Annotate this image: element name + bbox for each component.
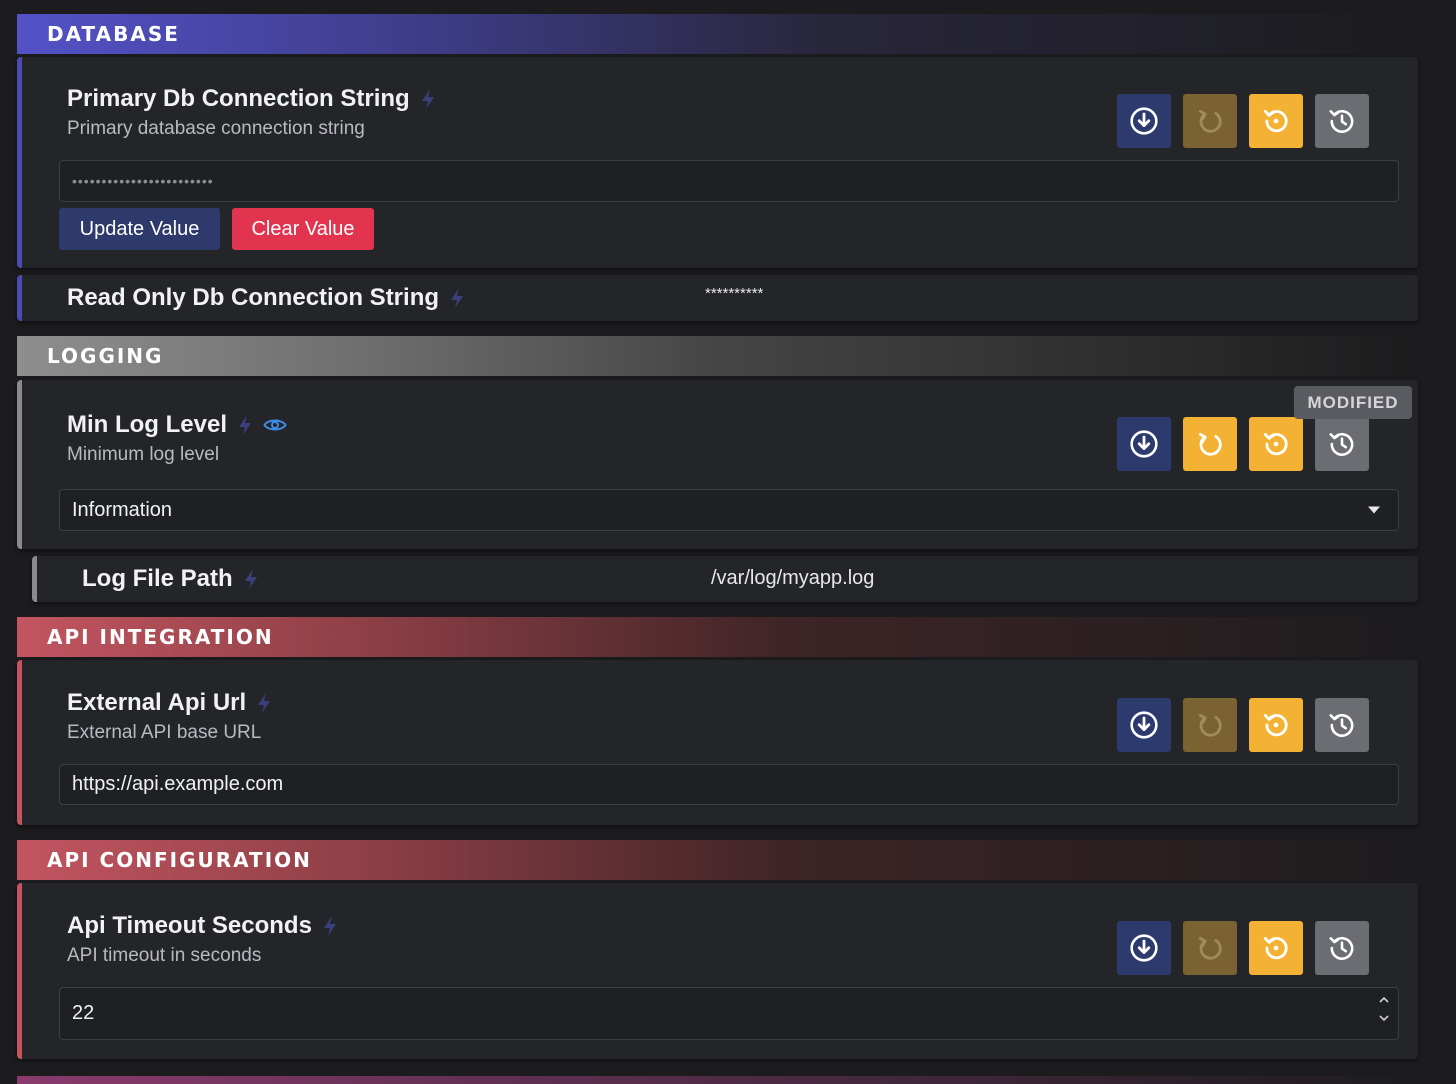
setting-title: Min Log Level bbox=[67, 411, 228, 438]
clear-value-button[interactable]: Clear Value bbox=[232, 208, 374, 250]
section-header-api-configuration: API CONFIGURATION bbox=[17, 840, 1418, 880]
setting-card-external-api-url: External Api Url External API base URL h… bbox=[17, 660, 1418, 825]
download-circle-icon bbox=[1129, 429, 1159, 459]
history-button[interactable] bbox=[1315, 417, 1369, 471]
setting-card-min-log-level: Min Log Level Minimum log level Informat… bbox=[17, 380, 1418, 549]
reset-icon bbox=[1261, 710, 1291, 740]
setting-card-api-timeout: Api Timeout Seconds API timeout in secon… bbox=[17, 883, 1418, 1059]
download-circle-icon bbox=[1129, 710, 1159, 740]
input-value: https://api.example.com bbox=[72, 773, 284, 795]
setting-description: API timeout in seconds bbox=[67, 945, 262, 966]
lightning-bolt-icon bbox=[243, 568, 259, 590]
api-url-input[interactable]: https://api.example.com bbox=[59, 764, 1399, 805]
setting-title-row: Min Log Level bbox=[67, 411, 287, 439]
update-value-button[interactable]: Update Value bbox=[59, 208, 220, 250]
log-level-select[interactable]: Information bbox=[59, 489, 1399, 531]
undo-button[interactable] bbox=[1183, 417, 1237, 471]
action-buttons bbox=[1117, 698, 1369, 752]
reset-default-button[interactable] bbox=[1249, 417, 1303, 471]
section-title: LOGGING bbox=[47, 344, 164, 368]
undo-icon bbox=[1195, 429, 1225, 459]
download-circle-icon bbox=[1129, 933, 1159, 963]
reset-icon bbox=[1261, 106, 1291, 136]
eye-icon[interactable] bbox=[263, 417, 287, 433]
lightning-bolt-icon bbox=[237, 414, 253, 436]
masked-value: •••••••••••••••••••••••• bbox=[72, 173, 214, 189]
history-button[interactable] bbox=[1315, 94, 1369, 148]
action-buttons bbox=[1117, 417, 1369, 471]
lightning-bolt-icon bbox=[420, 88, 436, 110]
reset-default-button[interactable] bbox=[1249, 94, 1303, 148]
undo-icon bbox=[1195, 710, 1225, 740]
history-icon bbox=[1327, 429, 1357, 459]
chevron-up-icon[interactable] bbox=[1378, 996, 1390, 1004]
selected-value: Information bbox=[72, 498, 173, 521]
reset-default-button[interactable] bbox=[1249, 921, 1303, 975]
setting-title: External Api Url bbox=[67, 689, 247, 716]
action-buttons bbox=[1117, 94, 1369, 148]
setting-title: Primary Db Connection String bbox=[67, 85, 410, 112]
timeout-number-input[interactable]: 22 bbox=[59, 987, 1399, 1040]
setting-title: Log File Path bbox=[82, 565, 233, 592]
history-icon bbox=[1327, 710, 1357, 740]
lightning-bolt-icon bbox=[449, 287, 465, 309]
action-buttons bbox=[1117, 921, 1369, 975]
undo-button[interactable] bbox=[1183, 94, 1237, 148]
setting-card-primary-db: Primary Db Connection String Primary dat… bbox=[17, 57, 1418, 268]
setting-title-row: Log File Path bbox=[82, 565, 259, 593]
download-circle-icon bbox=[1129, 106, 1159, 136]
setting-title: Api Timeout Seconds bbox=[67, 912, 312, 939]
lightning-bolt-icon bbox=[322, 915, 338, 937]
modified-badge: MODIFIED bbox=[1294, 386, 1412, 419]
undo-icon bbox=[1195, 933, 1225, 963]
reset-default-button[interactable] bbox=[1249, 698, 1303, 752]
chevron-down-icon bbox=[1368, 506, 1380, 514]
history-button[interactable] bbox=[1315, 698, 1369, 752]
number-stepper[interactable] bbox=[1378, 996, 1390, 1022]
save-button[interactable] bbox=[1117, 698, 1171, 752]
setting-title: Read Only Db Connection String bbox=[67, 284, 440, 311]
undo-icon bbox=[1195, 106, 1225, 136]
section-title: API INTEGRATION bbox=[47, 625, 274, 649]
setting-title-row: External Api Url bbox=[67, 689, 272, 717]
save-button[interactable] bbox=[1117, 417, 1171, 471]
setting-value: ********** bbox=[705, 285, 764, 302]
secret-value-input[interactable]: •••••••••••••••••••••••• bbox=[59, 160, 1399, 202]
section-title: DATABASE bbox=[47, 22, 180, 46]
save-button[interactable] bbox=[1117, 921, 1171, 975]
undo-button[interactable] bbox=[1183, 921, 1237, 975]
history-icon bbox=[1327, 106, 1357, 136]
setting-card-log-file-path[interactable]: Log File Path /var/log/myapp.log bbox=[32, 556, 1418, 602]
save-button[interactable] bbox=[1117, 94, 1171, 148]
setting-title-row: Api Timeout Seconds bbox=[67, 912, 338, 940]
history-icon bbox=[1327, 933, 1357, 963]
reset-icon bbox=[1261, 429, 1291, 459]
setting-title-row: Read Only Db Connection String bbox=[67, 284, 465, 312]
setting-description: Primary database connection string bbox=[67, 118, 365, 139]
reset-icon bbox=[1261, 933, 1291, 963]
setting-card-readonly-db[interactable]: Read Only Db Connection String *********… bbox=[17, 275, 1418, 321]
next-section-header bbox=[17, 1076, 1418, 1084]
input-value: 22 bbox=[72, 1002, 95, 1024]
section-header-logging: LOGGING bbox=[17, 336, 1418, 376]
undo-button[interactable] bbox=[1183, 698, 1237, 752]
section-title: API CONFIGURATION bbox=[47, 848, 312, 872]
setting-value: /var/log/myapp.log bbox=[711, 567, 875, 589]
setting-description: External API base URL bbox=[67, 722, 262, 743]
section-header-api-integration: API INTEGRATION bbox=[17, 617, 1418, 657]
chevron-down-icon[interactable] bbox=[1378, 1014, 1390, 1022]
setting-title-row: Primary Db Connection String bbox=[67, 85, 436, 113]
setting-description: Minimum log level bbox=[67, 444, 220, 465]
lightning-bolt-icon bbox=[256, 692, 272, 714]
history-button[interactable] bbox=[1315, 921, 1369, 975]
section-header-database: DATABASE bbox=[17, 14, 1418, 54]
